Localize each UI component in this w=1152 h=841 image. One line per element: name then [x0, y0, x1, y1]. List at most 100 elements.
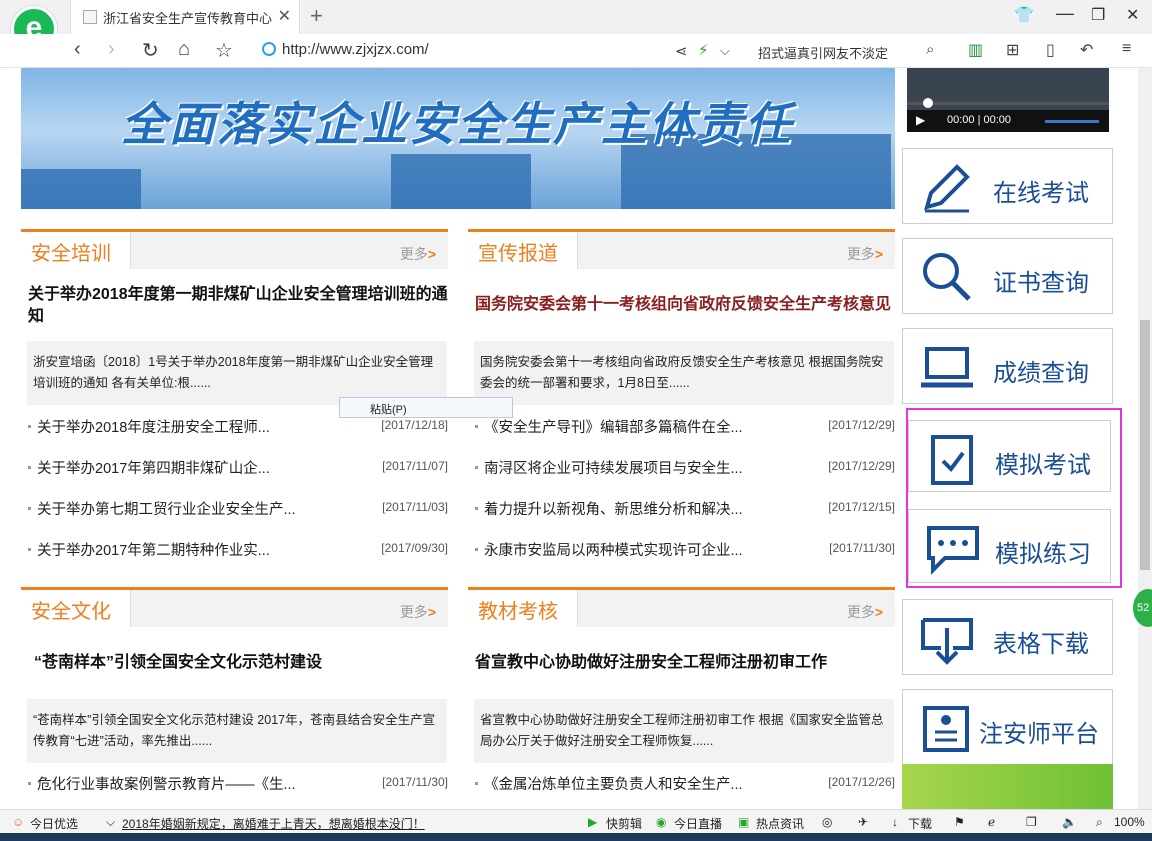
more-link[interactable]: 更多>	[400, 602, 436, 622]
summary-text[interactable]: “苍南样本”引领全国安全文化示范村建设 2017年，苍南县结合安全生产宣传教育“…	[27, 699, 447, 763]
list-item[interactable]: 危化行业事故案例警示教育片——《生... [2017/11/30]	[28, 773, 448, 793]
page-favicon-icon	[83, 10, 97, 24]
window-icon[interactable]: ❐	[1026, 815, 1037, 829]
close-window-icon[interactable]: ✕	[1126, 5, 1139, 25]
promo-banner[interactable]	[902, 764, 1113, 809]
lightning-icon[interactable]: ⚡	[698, 41, 709, 59]
button-label: 在线考试	[993, 180, 1089, 207]
chevron-down-icon[interactable]: ⌵	[720, 43, 730, 59]
section-title[interactable]: 安全培训	[21, 232, 131, 269]
headline-link[interactable]: 国务院安委会第十一考核组向省政府反馈安全生产考核意见	[475, 294, 895, 316]
section-textbook-exam: 教材考核 更多>	[468, 587, 895, 647]
home-icon[interactable]: ⌂	[178, 38, 190, 61]
video-player[interactable]: ▶ 00:00 | 00:00	[907, 68, 1109, 132]
headline-link[interactable]: 关于举办2018年度第一期非煤矿山企业安全管理培训班的通知	[28, 284, 448, 328]
section-title[interactable]: 安全文化	[21, 590, 131, 627]
list-item[interactable]: 《安全生产导刊》编辑部多篇稿件在全... [2017/12/29]	[475, 416, 895, 436]
scrollbar-thumb[interactable]	[1140, 320, 1150, 570]
volume-slider[interactable]	[1045, 120, 1099, 123]
context-menu-paste[interactable]: 粘贴(P)	[339, 397, 513, 418]
browser-navbar: ‹ › ↻ ⌂ ☆ http://www.zjxjzx.com/ ⋖ ⚡ ⌵ 招…	[0, 34, 1152, 68]
more-link[interactable]: 更多>	[847, 244, 883, 264]
section-title[interactable]: 宣传报道	[468, 232, 578, 269]
list-item[interactable]: 关于举办2017年第二期特种作业实... [2017/09/30]	[28, 539, 448, 559]
quick-clip-icon[interactable]: ▶	[588, 815, 597, 829]
section-title[interactable]: 教材考核	[468, 590, 578, 627]
reload-icon[interactable]: ↻	[142, 38, 159, 63]
os-taskbar	[0, 833, 1152, 841]
summary-text[interactable]: 国务院安委会第十一考核组向省政府反馈安全生产考核意见 根据国务院安委会的统一部署…	[474, 341, 894, 405]
search-icon[interactable]: ⌕	[926, 41, 934, 58]
live-icon[interactable]: ◉	[656, 815, 666, 829]
today-picks[interactable]: 今日优选	[30, 815, 78, 832]
undo-icon[interactable]: ↶	[1080, 40, 1093, 60]
video-seek-bar[interactable]	[907, 98, 1109, 108]
forward-icon[interactable]: ›	[108, 38, 115, 61]
hot-news[interactable]: 热点资讯	[756, 815, 804, 832]
apps-grid-icon[interactable]: ⊞	[1006, 40, 1019, 60]
ie-icon[interactable]: ℯ	[988, 815, 995, 829]
section-header: 安全培训 更多>	[21, 229, 448, 269]
back-icon[interactable]: ‹	[74, 38, 81, 61]
today-live[interactable]: 今日直播	[674, 815, 722, 832]
hot-news-icon[interactable]: ▣	[738, 815, 749, 829]
more-link[interactable]: 更多>	[847, 602, 883, 622]
pin-icon[interactable]: ✈	[858, 815, 868, 829]
quick-clip[interactable]: 快剪辑	[606, 815, 642, 832]
volume-icon[interactable]: 🔈	[1062, 815, 1077, 829]
summary-text[interactable]: 浙安宣培函〔2018〕1号关于举办2018年度第一期非煤矿山企业安全管理培训班的…	[27, 341, 447, 405]
headline-link[interactable]: 省宣教中心协助做好注册安全工程师注册初审工作	[475, 652, 895, 674]
summary-text[interactable]: 省宣教中心协助做好注册安全工程师注册初审工作 根据《国家安全监管总局办公厅关于做…	[474, 699, 894, 763]
headline-link[interactable]: “苍南样本”引领全国安全文化示范村建设	[34, 652, 454, 674]
news-ticker[interactable]: 2018年婚姻新规定，离婚难于上青天，想离婚根本没门！	[122, 815, 425, 832]
today-picks-icon[interactable]: ☺	[12, 815, 24, 829]
address-bar[interactable]: http://www.zjxjzx.com/	[262, 41, 429, 58]
speed-icon[interactable]: ◎	[822, 815, 832, 829]
certificate-query-button[interactable]: 证书查询	[902, 238, 1113, 314]
list-item[interactable]: 关于举办2018年度注册安全工程师... [2017/12/18]	[28, 416, 448, 436]
bookmark-icon[interactable]: ⚑	[954, 815, 965, 829]
browser-statusbar: ☺ 今日优选 ⌵ 2018年婚姻新规定，离婚难于上青天，想离婚根本没门！ ▶ 快…	[0, 809, 1152, 833]
address-text: http://www.zjxjzx.com/	[282, 41, 429, 58]
share-icon[interactable]: ⋖	[675, 42, 688, 60]
play-icon[interactable]: ▶	[916, 113, 925, 127]
restore-icon[interactable]: ❐	[1091, 5, 1105, 25]
new-tab-icon[interactable]: +	[310, 3, 323, 29]
page-scrollbar[interactable]	[1138, 68, 1152, 809]
pencil-icon	[924, 164, 970, 213]
form-download-button[interactable]: 表格下载	[902, 599, 1113, 675]
list-item[interactable]: 永康市安监局以两种模式实现许可企业... [2017/11/30]	[475, 539, 895, 559]
mobile-icon[interactable]: ▯	[1046, 40, 1055, 60]
zoom-search-icon[interactable]: ⌕	[1096, 815, 1103, 830]
page-content: 全面落实企业安全生产主体责任 安全培训 更多> 关于举办2018年度第一期非煤矿…	[0, 68, 1138, 809]
list-item[interactable]: 着力提升以新视角、新思维分析和解决... [2017/12/15]	[475, 498, 895, 518]
section-header: 教材考核 更多>	[468, 587, 895, 627]
zoom-level[interactable]: 100%	[1114, 815, 1145, 829]
laptop-icon	[921, 347, 973, 388]
minimize-icon[interactable]: —	[1056, 3, 1074, 24]
more-link[interactable]: 更多>	[400, 244, 436, 264]
download-label[interactable]: 下载	[908, 815, 932, 832]
browser-tab[interactable]: 浙江省安全生产宣传教育中心 ✕	[70, 0, 300, 34]
favorite-star-icon[interactable]: ☆	[215, 38, 233, 63]
download-icon[interactable]: ↓	[892, 815, 898, 829]
selection-highlight	[906, 408, 1122, 588]
reader-icon[interactable]: ▥	[968, 40, 983, 60]
video-controls: ▶ 00:00 | 00:00	[907, 110, 1109, 132]
skin-icon[interactable]: 👕	[1014, 5, 1034, 25]
list-item[interactable]: 关于举办第七期工贸行业企业安全生产... [2017/11/03]	[28, 498, 448, 518]
online-exam-button[interactable]: 在线考试	[902, 148, 1113, 224]
menu-icon[interactable]: ≡	[1122, 40, 1131, 58]
list-item[interactable]: 关于举办2017年第四期非煤矿山企... [2017/11/07]	[28, 457, 448, 477]
list-item[interactable]: 南浔区将企业可持续发展项目与安全生... [2017/12/29]	[475, 457, 895, 477]
list-item[interactable]: 《金属冶炼单位主要负责人和安全生产... [2017/12/26]	[475, 773, 895, 793]
search-box[interactable]: 招式逼真引网友不淡定	[758, 43, 888, 62]
safety-engineer-platform-button[interactable]: 注安师平台	[902, 689, 1113, 764]
score-query-button[interactable]: 成绩查询	[902, 328, 1113, 404]
download-tray-icon	[921, 618, 973, 665]
tab-close-icon[interactable]: ✕	[278, 6, 291, 26]
button-label: 成绩查询	[993, 360, 1089, 387]
banner-slogan: 全面落实企业安全生产主体责任	[121, 98, 793, 150]
button-label: 注安师平台	[979, 721, 1099, 748]
chevron-down-icon[interactable]: ⌵	[106, 815, 115, 830]
